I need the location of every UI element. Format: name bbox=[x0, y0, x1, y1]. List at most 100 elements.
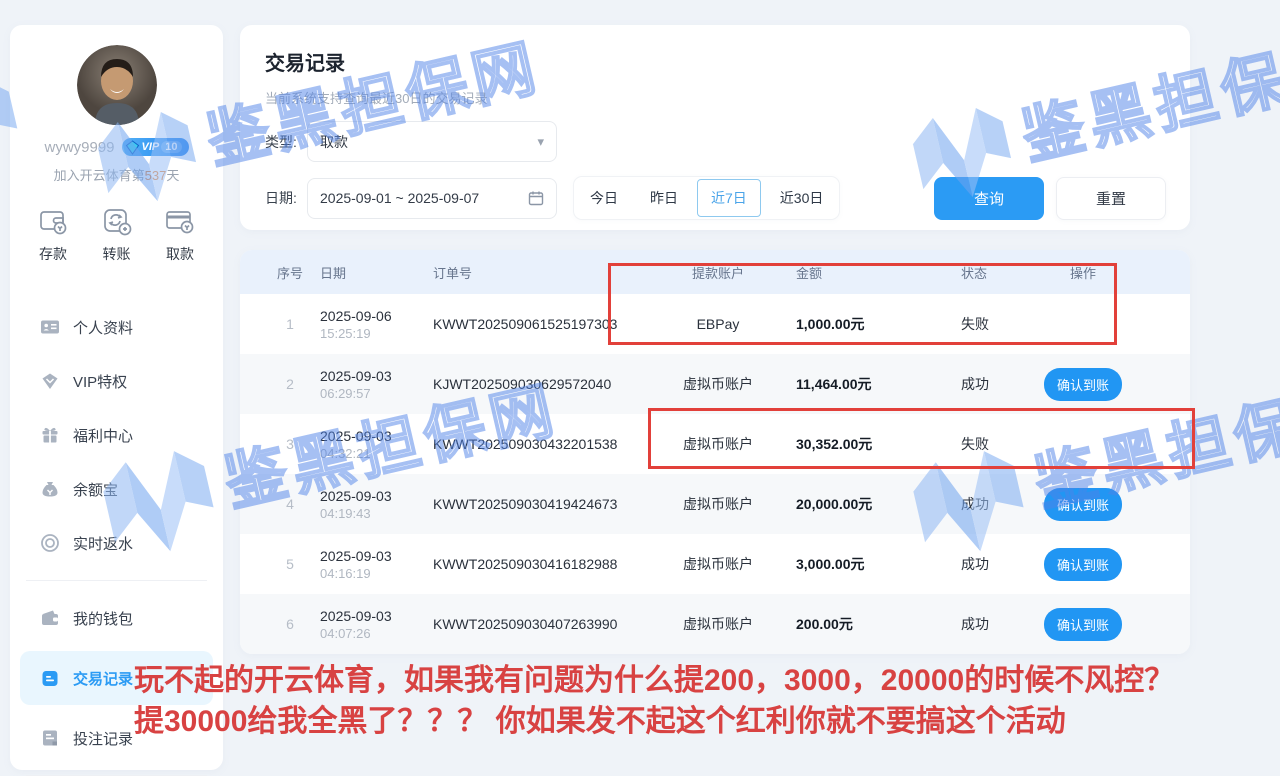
sidebar-item-wallet[interactable]: 我的钱包 bbox=[10, 591, 223, 645]
cell-index: 5 bbox=[260, 556, 320, 572]
date-value: 2025-09-03 bbox=[320, 608, 433, 624]
vip-level: 10 bbox=[161, 141, 181, 153]
quick-date-last7[interactable]: 近7日 bbox=[697, 179, 761, 217]
menu-divider bbox=[26, 580, 207, 581]
cell-date: 2025-09-03 04:16:19 bbox=[320, 548, 433, 581]
table-header: 序号 日期 订单号 提款账户 金额 状态 操作 bbox=[240, 250, 1190, 294]
menu-label: 余额宝 bbox=[73, 479, 118, 500]
sidebar-item-profile[interactable]: 个人资料 bbox=[10, 300, 223, 354]
filter-panel: 交易记录 当前系统支持查询最近30日的交易记录 类型: 取款 ▾ 日期: 202… bbox=[240, 25, 1190, 230]
quick-date-last30[interactable]: 近30日 bbox=[764, 178, 840, 218]
avatar-photo bbox=[77, 45, 157, 125]
transfer-button[interactable]: 转账 bbox=[100, 204, 134, 264]
cell-index: 1 bbox=[260, 316, 320, 332]
cell-action: 确认到账 bbox=[1033, 368, 1133, 401]
menu-label: VIP特权 bbox=[73, 371, 127, 392]
annotation-line2: 提30000给我全黑了？？？ 你如果发不起这个红利你就不要搞这个活动 bbox=[134, 701, 1174, 742]
cell-order-number: KWWT202509061525197303 bbox=[433, 316, 648, 332]
deposit-label: 存款 bbox=[39, 244, 67, 264]
cell-amount: 20,000.00元 bbox=[788, 494, 953, 514]
cell-date: 2025-09-03 04:32:21 bbox=[320, 428, 433, 461]
withdraw-label: 取款 bbox=[166, 244, 194, 264]
type-select[interactable]: 取款 ▾ bbox=[307, 121, 557, 162]
cell-action: 确认到账 bbox=[1033, 488, 1133, 521]
table-row: 4 2025-09-03 04:19:43 KWWT20250903041942… bbox=[240, 474, 1190, 534]
quick-actions: 存款 转账 取款 bbox=[10, 204, 223, 264]
cell-index: 6 bbox=[260, 616, 320, 632]
col-withdraw-account: 提款账户 bbox=[648, 263, 788, 282]
confirm-received-button[interactable]: 确认到账 bbox=[1044, 368, 1122, 401]
cell-status: 成功 bbox=[953, 494, 1033, 514]
time-value: 06:29:57 bbox=[320, 386, 433, 401]
cell-withdraw-account: 虚拟币账户 bbox=[648, 494, 788, 514]
date-value: 2025-09-03 bbox=[320, 428, 433, 444]
quick-date-today[interactable]: 今日 bbox=[574, 178, 634, 218]
menu-label: 我的钱包 bbox=[73, 608, 133, 629]
cell-action: 确认到账 bbox=[1033, 548, 1133, 581]
cell-date: 2025-09-06 15:25:19 bbox=[320, 308, 433, 341]
rebate-icon bbox=[40, 533, 60, 553]
menu-label: 福利中心 bbox=[73, 425, 133, 446]
calendar-icon bbox=[528, 190, 544, 206]
annotation-text: 玩不起的开云体育，如果我有问题为什么提200，3000，20000的时候不风控？… bbox=[134, 660, 1174, 742]
col-order-number: 订单号 bbox=[433, 263, 648, 282]
cell-order-number: KJWT202509030629572040 bbox=[433, 376, 648, 392]
joined-days-number: 537 bbox=[145, 168, 167, 183]
cell-index: 4 bbox=[260, 496, 320, 512]
cell-status: 成功 bbox=[953, 374, 1033, 394]
query-button[interactable]: 查询 bbox=[934, 177, 1044, 220]
cell-status: 成功 bbox=[953, 554, 1033, 574]
avatar bbox=[77, 45, 157, 125]
sidebar-item-rebate[interactable]: 实时返水 bbox=[10, 516, 223, 570]
type-value: 取款 bbox=[320, 132, 348, 152]
date-value: 2025-09-03 bbox=[320, 548, 433, 564]
chevron-down-icon: ▾ bbox=[537, 134, 544, 150]
username: wywy9999 bbox=[44, 139, 114, 156]
cell-withdraw-account: 虚拟币账户 bbox=[648, 374, 788, 394]
time-value: 04:07:26 bbox=[320, 626, 433, 641]
confirm-received-button[interactable]: 确认到账 bbox=[1044, 488, 1122, 521]
withdraw-card-icon bbox=[163, 204, 197, 238]
deposit-button[interactable]: 存款 bbox=[36, 204, 70, 264]
withdraw-button[interactable]: 取款 bbox=[163, 204, 197, 264]
confirm-received-button[interactable]: 确认到账 bbox=[1044, 608, 1122, 641]
sidebar-item-vip[interactable]: VIP特权 bbox=[10, 354, 223, 408]
col-index: 序号 bbox=[260, 263, 320, 282]
cell-amount: 11,464.00元 bbox=[788, 374, 953, 394]
transactions-icon bbox=[40, 668, 60, 688]
table-row: 6 2025-09-03 04:07:26 KWWT20250903040726… bbox=[240, 594, 1190, 654]
cell-order-number: KWWT202509030416182988 bbox=[433, 556, 648, 572]
vip-gem-icon bbox=[125, 140, 140, 155]
quick-date-yesterday[interactable]: 昨日 bbox=[634, 178, 694, 218]
cell-amount: 30,352.00元 bbox=[788, 434, 953, 454]
cell-order-number: KWWT202509030432201538 bbox=[433, 436, 648, 452]
col-date: 日期 bbox=[320, 263, 433, 282]
cell-order-number: KWWT202509030419424673 bbox=[433, 496, 648, 512]
type-label: 类型: bbox=[265, 132, 307, 152]
money-bag-icon bbox=[40, 479, 60, 499]
deposit-wallet-icon bbox=[36, 204, 70, 238]
quick-date-group: 今日 昨日 近7日 近30日 bbox=[573, 176, 840, 220]
confirm-received-button[interactable]: 确认到账 bbox=[1044, 548, 1122, 581]
vip-diamond-icon bbox=[40, 371, 60, 391]
transaction-records-page: { "watermark": { "text": "鉴黑担保网" }, "sid… bbox=[0, 0, 1280, 770]
cell-status: 失败 bbox=[953, 314, 1033, 334]
wallet-icon bbox=[40, 608, 60, 628]
cell-date: 2025-09-03 04:07:26 bbox=[320, 608, 433, 641]
date-value: 2025-09-06 bbox=[320, 308, 433, 324]
joined-days-text: 加入开云体育第537天 bbox=[10, 165, 223, 184]
table-row: 2 2025-09-03 06:29:57 KJWT20250903062957… bbox=[240, 354, 1190, 414]
cell-date: 2025-09-03 06:29:57 bbox=[320, 368, 433, 401]
vip-badge: VIP 10 bbox=[122, 138, 189, 156]
date-range-input[interactable]: 2025-09-01 ~ 2025-09-07 bbox=[307, 178, 557, 219]
date-range-value: 2025-09-01 ~ 2025-09-07 bbox=[320, 190, 479, 206]
cell-withdraw-account: 虚拟币账户 bbox=[648, 554, 788, 574]
reset-button[interactable]: 重置 bbox=[1056, 177, 1166, 220]
table-row: 5 2025-09-03 04:16:19 KWWT20250903041618… bbox=[240, 534, 1190, 594]
sidebar-item-yuebao[interactable]: 余额宝 bbox=[10, 462, 223, 516]
time-value: 04:32:21 bbox=[320, 446, 433, 461]
cell-date: 2025-09-03 04:19:43 bbox=[320, 488, 433, 521]
bet-records-icon bbox=[40, 728, 60, 748]
sidebar-item-welfare[interactable]: 福利中心 bbox=[10, 408, 223, 462]
col-amount: 金额 bbox=[788, 263, 953, 282]
